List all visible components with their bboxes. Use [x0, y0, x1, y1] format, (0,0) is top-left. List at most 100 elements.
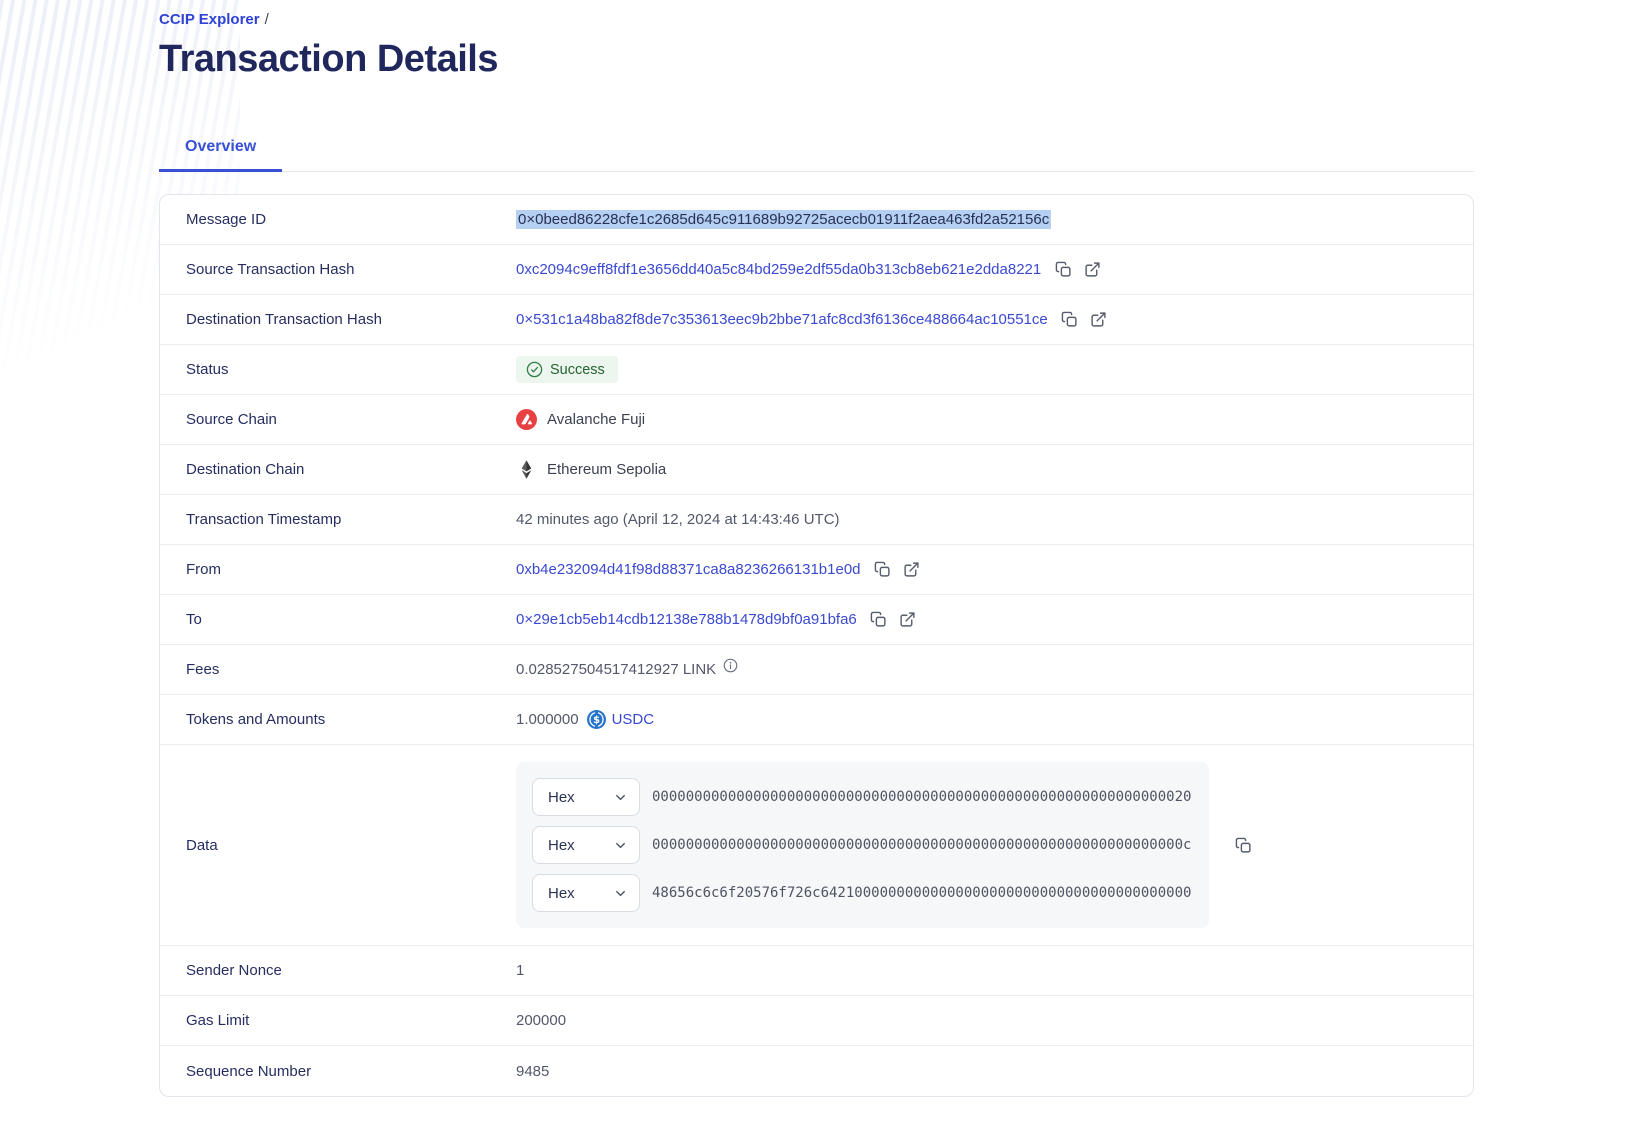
- source-chain-name: Avalanche Fuji: [547, 411, 645, 428]
- row-value: 1.000000 $ USDC: [516, 710, 1473, 729]
- hash-actions: [1060, 310, 1109, 330]
- data-hex-line: 0000000000000000000000000000000000000000…: [652, 789, 1191, 805]
- row-value: 0×531c1a48ba82f8de7c353613eec9b2bbe71afc…: [516, 310, 1473, 330]
- row-label: To: [160, 611, 516, 628]
- page-title: Transaction Details: [159, 38, 1474, 81]
- table-row-sender-nonce: Sender Nonce 1: [160, 946, 1473, 996]
- table-row-status: Status Success: [160, 345, 1473, 395]
- transaction-detail-table: Message ID 0×0beed86228cfe1c2685d645c911…: [159, 194, 1474, 1097]
- row-value: Ethereum Sepolia: [516, 459, 1473, 480]
- info-icon[interactable]: [723, 658, 738, 673]
- source-tx-hash-link[interactable]: 0xc2094c9eff8fdf1e3656dd40a5c84bd259e2df…: [516, 261, 1041, 278]
- row-label: Data: [160, 837, 516, 854]
- token-link[interactable]: $ USDC: [587, 710, 655, 729]
- breadcrumb: CCIP Explorer /: [159, 11, 1474, 28]
- destination-chain-name: Ethereum Sepolia: [547, 461, 666, 478]
- row-value: 0xc2094c9eff8fdf1e3656dd40a5c84bd259e2df…: [516, 260, 1473, 280]
- row-value: 42 minutes ago (April 12, 2024 at 14:43:…: [516, 511, 1473, 528]
- destination-tx-hash-link[interactable]: 0×531c1a48ba82f8de7c353613eec9b2bbe71afc…: [516, 311, 1048, 328]
- row-label: Source Transaction Hash: [160, 261, 516, 278]
- row-label: Destination Chain: [160, 461, 516, 478]
- row-value: 0×0beed86228cfe1c2685d645c911689b92725ac…: [516, 210, 1473, 229]
- hex-format-select[interactable]: Hex: [532, 778, 640, 816]
- copy-icon[interactable]: [1053, 260, 1073, 280]
- svg-text:$: $: [593, 715, 600, 726]
- chevron-down-icon: [613, 790, 628, 805]
- chevron-down-icon: [613, 838, 628, 853]
- tab-bar: Overview: [159, 124, 1474, 172]
- hash-actions: [873, 560, 922, 580]
- row-value: 9485: [516, 1063, 1473, 1080]
- hex-format-value: Hex: [548, 885, 575, 902]
- hash-actions: [1053, 260, 1102, 280]
- row-value: Avalanche Fuji: [516, 409, 1473, 430]
- table-row-sequence-number: Sequence Number 9485: [160, 1046, 1473, 1096]
- hex-format-select[interactable]: Hex: [532, 826, 640, 864]
- row-label: Fees: [160, 661, 516, 678]
- destination-chain-cell: Ethereum Sepolia: [516, 459, 666, 480]
- row-value: 0.028527504517412927 LINK: [516, 661, 1473, 678]
- hex-format-select[interactable]: Hex: [532, 874, 640, 912]
- table-row-to: To 0×29e1cb5eb14cdb12138e788b1478d9bf0a9…: [160, 595, 1473, 645]
- table-row-destination-chain: Destination Chain Ethereum Sepolia: [160, 445, 1473, 495]
- row-label: Sequence Number: [160, 1063, 516, 1080]
- tab-overview[interactable]: Overview: [159, 124, 282, 172]
- from-address-link[interactable]: 0xb4e232094d41f98d88371ca8a8236266131b1e…: [516, 561, 861, 578]
- hex-format-value: Hex: [548, 789, 575, 806]
- row-label: Tokens and Amounts: [160, 711, 516, 728]
- breadcrumb-ccip-explorer-link[interactable]: CCIP Explorer: [159, 11, 260, 28]
- external-link-icon[interactable]: [898, 610, 918, 630]
- row-label: From: [160, 561, 516, 578]
- external-link-icon[interactable]: [1089, 310, 1109, 330]
- row-label: Transaction Timestamp: [160, 511, 516, 528]
- copy-icon[interactable]: [1233, 835, 1253, 855]
- timestamp-value: 42 minutes ago (April 12, 2024 at 14:43:…: [516, 511, 840, 528]
- table-row-data: Data Hex 0000000000000000000000000000000…: [160, 745, 1473, 946]
- data-line: Hex 000000000000000000000000000000000000…: [532, 778, 1193, 816]
- check-circle-icon: [526, 361, 543, 378]
- data-line: Hex 000000000000000000000000000000000000…: [532, 826, 1193, 864]
- data-wrap: Hex 000000000000000000000000000000000000…: [516, 745, 1253, 945]
- row-label: Status: [160, 361, 516, 378]
- row-label: Message ID: [160, 211, 516, 228]
- table-row-source-chain: Source Chain Avalanche Fuji: [160, 395, 1473, 445]
- row-label: Destination Transaction Hash: [160, 311, 516, 328]
- avalanche-icon: [516, 409, 537, 430]
- row-value: 200000: [516, 1012, 1473, 1029]
- gas-limit-value: 200000: [516, 1012, 566, 1029]
- table-row-source-tx-hash: Source Transaction Hash 0xc2094c9eff8fdf…: [160, 245, 1473, 295]
- status-badge: Success: [516, 356, 618, 383]
- data-hex-line: 0000000000000000000000000000000000000000…: [652, 837, 1191, 853]
- external-link-icon[interactable]: [902, 560, 922, 580]
- source-chain-cell: Avalanche Fuji: [516, 409, 645, 430]
- token-amount: 1.000000: [516, 711, 579, 728]
- hex-format-value: Hex: [548, 837, 575, 854]
- copy-icon[interactable]: [869, 610, 889, 630]
- chevron-down-icon: [613, 886, 628, 901]
- status-text: Success: [550, 362, 605, 378]
- copy-icon[interactable]: [1060, 310, 1080, 330]
- hash-actions: [869, 610, 918, 630]
- sequence-number-value: 9485: [516, 1063, 549, 1080]
- external-link-icon[interactable]: [1082, 260, 1102, 280]
- to-address-link[interactable]: 0×29e1cb5eb14cdb12138e788b1478d9bf0a91bf…: [516, 611, 857, 628]
- breadcrumb-separator: /: [265, 11, 269, 28]
- row-value: 0×29e1cb5eb14cdb12138e788b1478d9bf0a91bf…: [516, 610, 1473, 630]
- data-panel: Hex 000000000000000000000000000000000000…: [516, 762, 1209, 928]
- token-cell: 1.000000 $ USDC: [516, 710, 654, 729]
- row-value: 0xb4e232094d41f98d88371ca8a8236266131b1e…: [516, 560, 1473, 580]
- table-row-message-id: Message ID 0×0beed86228cfe1c2685d645c911…: [160, 195, 1473, 245]
- table-row-destination-tx-hash: Destination Transaction Hash 0×531c1a48b…: [160, 295, 1473, 345]
- message-id-value[interactable]: 0×0beed86228cfe1c2685d645c911689b92725ac…: [516, 210, 1051, 229]
- data-line: Hex 48656c6c6f20576f726c6421000000000000…: [532, 874, 1193, 912]
- token-symbol: USDC: [612, 711, 655, 728]
- table-row-gas-limit: Gas Limit 200000: [160, 996, 1473, 1046]
- table-row-fees: Fees 0.028527504517412927 LINK: [160, 645, 1473, 695]
- row-value: Hex 000000000000000000000000000000000000…: [516, 745, 1473, 945]
- fees-value: 0.028527504517412927 LINK: [516, 661, 716, 678]
- row-label: Gas Limit: [160, 1012, 516, 1029]
- sender-nonce-value: 1: [516, 962, 524, 979]
- copy-icon[interactable]: [873, 560, 893, 580]
- row-value: Success: [516, 356, 1473, 383]
- table-row-timestamp: Transaction Timestamp 42 minutes ago (Ap…: [160, 495, 1473, 545]
